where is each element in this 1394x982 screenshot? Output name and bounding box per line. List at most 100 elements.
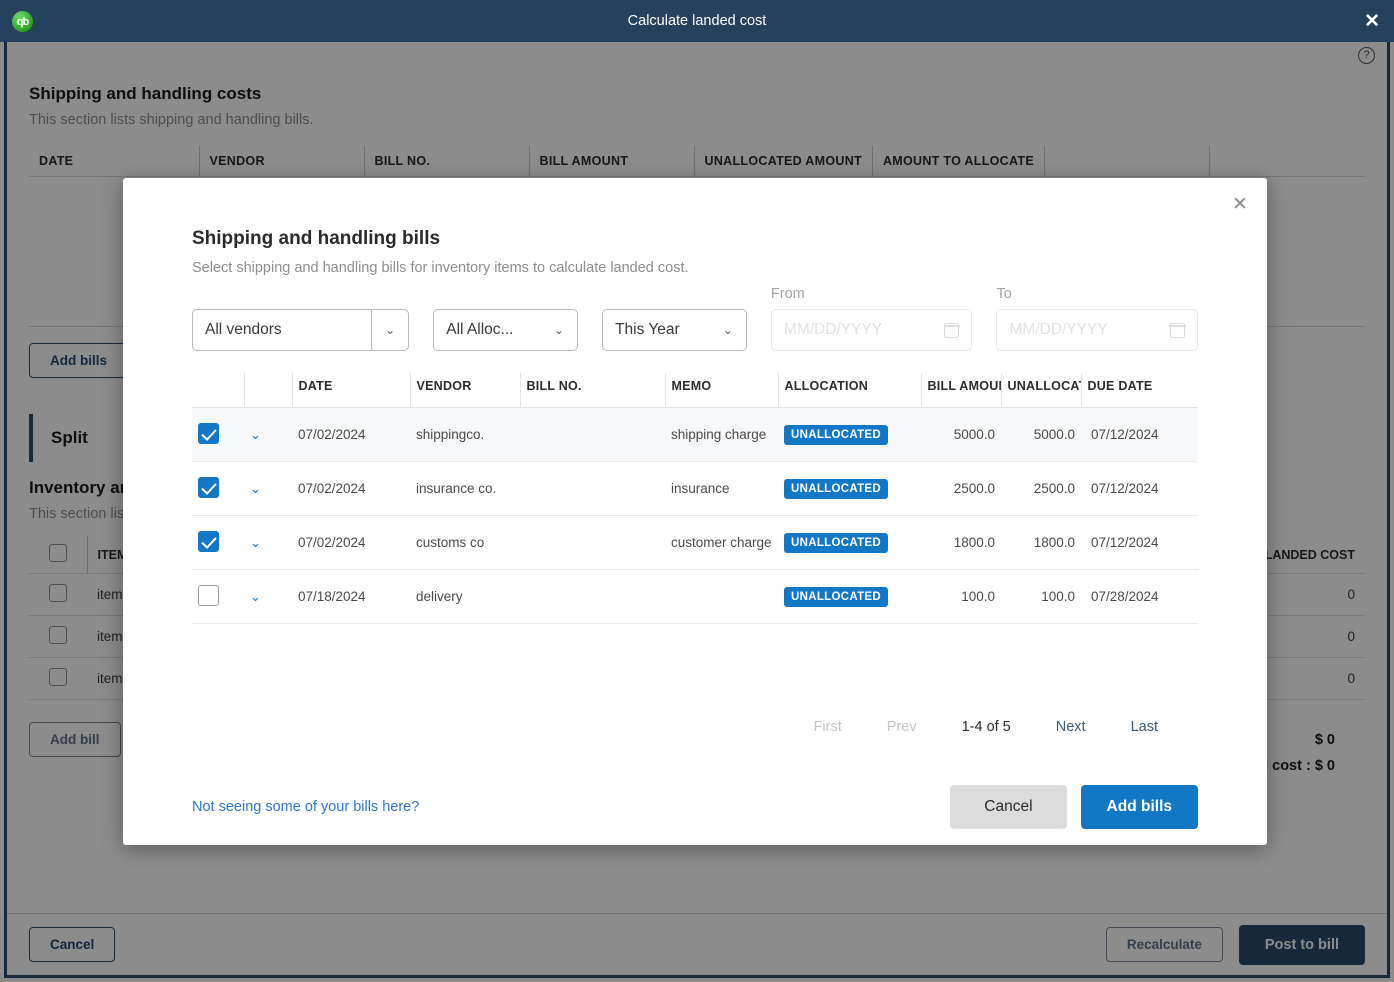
row-bill-no — [520, 570, 665, 624]
date-from-label: From — [770, 286, 805, 302]
date-from-placeholder: MM/DD/YYYY — [783, 321, 883, 338]
table-row[interactable]: ⌄ 07/18/2024 delivery UNALLOCATED 100.0 … — [192, 570, 1198, 624]
column-select — [192, 373, 245, 408]
calendar-icon[interactable] — [943, 322, 961, 338]
table-row[interactable]: ⌄ 07/02/2024 insurance co. insurance UNA… — [192, 462, 1198, 516]
date-from-input[interactable]: MM/DD/YYYY — [770, 309, 973, 351]
close-icon[interactable]: ✕ — [1364, 12, 1380, 31]
status-badge: UNALLOCATED — [784, 478, 888, 499]
row-memo: customer charge — [671, 535, 772, 550]
modal-footer: Not seeing some of your bills here? Canc… — [123, 769, 1267, 845]
modal-body: Shipping and handling bills Select shipp… — [123, 178, 1267, 735]
row-vendor: insurance co. — [416, 481, 497, 496]
row-vendor: shippingco. — [416, 427, 485, 442]
allocation-filter-value: All Alloc... — [446, 321, 514, 338]
row-bill-amount: 100.0 — [961, 589, 995, 604]
row-due-date: 07/12/2024 — [1091, 535, 1159, 550]
vendor-filter-select[interactable]: All vendors ⌄ — [192, 309, 410, 351]
table-row[interactable]: ⌄ 07/02/2024 shippingco. shipping charge… — [192, 407, 1198, 462]
pagination-next[interactable]: Next — [1056, 719, 1086, 735]
row-unallocated-amount: 5000.0 — [1033, 427, 1075, 442]
pagination: First Prev 1-4 of 5 Next Last — [192, 719, 1198, 735]
chevron-down-icon[interactable]: ⌄ — [250, 589, 261, 604]
pagination-first[interactable]: First — [814, 719, 842, 735]
row-allocation-cell: UNALLOCATED — [778, 570, 921, 624]
row-select-cell — [192, 516, 244, 570]
row-allocation-cell: UNALLOCATED — [778, 408, 921, 462]
row-vendor: customs co — [416, 535, 485, 550]
modal-cancel-button[interactable]: Cancel — [950, 785, 1067, 829]
row-bill-no — [520, 516, 665, 570]
row-unallocated-amount: 2500.0 — [1033, 481, 1075, 496]
row-checkbox[interactable] — [198, 584, 219, 606]
date-to-placeholder: MM/DD/YYYY — [1009, 321, 1108, 338]
window-title: Calculate landed cost — [627, 13, 767, 29]
row-date: 07/02/2024 — [298, 535, 366, 550]
row-checkbox[interactable] — [198, 422, 219, 444]
row-bill-amount: 1800.0 — [953, 535, 995, 550]
column-bill-amount: BILL AMOUNT — [921, 373, 1002, 408]
row-select-cell — [192, 462, 244, 516]
row-date: 07/02/2024 — [298, 481, 366, 496]
allocation-filter-select[interactable]: All Alloc... ⌄ — [433, 309, 579, 351]
date-to-input[interactable]: MM/DD/YYYY — [996, 309, 1199, 351]
window-titlebar: qb Calculate landed cost ✕ — [0, 0, 1394, 42]
date-to-label: To — [996, 286, 1012, 302]
row-due-date: 07/12/2024 — [1091, 427, 1159, 442]
row-expand-cell: ⌄ — [244, 408, 292, 462]
bills-table: DATE VENDOR BILL NO. MEMO ALLOCATION BIL… — [192, 373, 1198, 624]
date-to-field: To MM/DD/YYYY — [996, 286, 1199, 351]
modal-title: Shipping and handling bills — [192, 228, 441, 249]
table-row[interactable]: ⌄ 07/02/2024 customs co customer charge … — [192, 516, 1198, 570]
status-badge: UNALLOCATED — [784, 586, 888, 607]
row-memo: insurance — [671, 481, 730, 496]
column-vendor: VENDOR — [410, 373, 521, 408]
chevron-down-icon: ⌄ — [385, 323, 396, 337]
row-select-cell — [192, 408, 244, 462]
row-bill-amount: 5000.0 — [953, 427, 995, 442]
pagination-prev[interactable]: Prev — [887, 719, 917, 735]
chevron-down-icon: ⌄ — [554, 323, 565, 337]
not-seeing-bills-link[interactable]: Not seeing some of your bills here? — [192, 799, 419, 815]
row-expand-cell: ⌄ — [244, 516, 292, 570]
row-date: 07/18/2024 — [298, 589, 366, 604]
row-checkbox[interactable] — [198, 476, 219, 498]
modal-close-icon[interactable]: ✕ — [1227, 192, 1253, 218]
filter-bar: All vendors ⌄ All Alloc... ⌄ This Year ⌄… — [192, 286, 1199, 351]
modal-add-bills-button[interactable]: Add bills — [1080, 785, 1198, 829]
row-bill-no — [520, 408, 665, 462]
row-unallocated-amount: 100.0 — [1041, 589, 1075, 604]
row-memo — [665, 570, 778, 624]
row-due-date: 07/12/2024 — [1091, 481, 1159, 496]
row-bill-amount: 2500.0 — [953, 481, 995, 496]
pagination-last[interactable]: Last — [1131, 719, 1158, 735]
chevron-down-icon: ⌄ — [722, 323, 733, 337]
row-date: 07/02/2024 — [298, 427, 366, 442]
period-filter-select[interactable]: This Year ⌄ — [602, 309, 747, 351]
date-from-field: From MM/DD/YYYY — [770, 286, 973, 351]
table-header-row: DATE VENDOR BILL NO. MEMO ALLOCATION BIL… — [192, 373, 1198, 408]
row-due-date: 07/28/2024 — [1091, 589, 1159, 604]
row-bill-no — [520, 462, 665, 516]
bills-table-body: ⌄ 07/02/2024 shippingco. shipping charge… — [192, 407, 1198, 624]
period-filter-value: This Year — [615, 321, 680, 338]
quickbooks-logo-icon: qb — [12, 11, 33, 32]
column-due-date: DUE DATE — [1087, 379, 1153, 393]
status-badge: UNALLOCATED — [784, 424, 888, 445]
row-checkbox[interactable] — [198, 530, 219, 552]
chevron-down-icon[interactable]: ⌄ — [250, 427, 261, 442]
column-unallocated-amount: UNALLOCATED AMOUNT — [1001, 373, 1082, 408]
shipping-bills-modal: ✕ Shipping and handling bills Select shi… — [123, 178, 1267, 845]
column-allocation: ALLOCATION — [778, 373, 922, 408]
vendor-filter-value: All vendors — [193, 310, 373, 350]
chevron-down-icon[interactable]: ⌄ — [250, 535, 261, 550]
calendar-icon[interactable] — [1169, 322, 1186, 338]
row-vendor: delivery — [416, 589, 463, 604]
row-allocation-cell: UNALLOCATED — [778, 516, 921, 570]
row-allocation-cell: UNALLOCATED — [778, 462, 921, 516]
column-bill-no: BILL NO. — [520, 373, 666, 408]
row-unallocated-amount: 1800.0 — [1033, 535, 1075, 550]
row-select-cell — [192, 570, 244, 624]
app-root: ? Shipping and handling costs This secti… — [0, 0, 1394, 982]
chevron-down-icon[interactable]: ⌄ — [250, 481, 261, 496]
